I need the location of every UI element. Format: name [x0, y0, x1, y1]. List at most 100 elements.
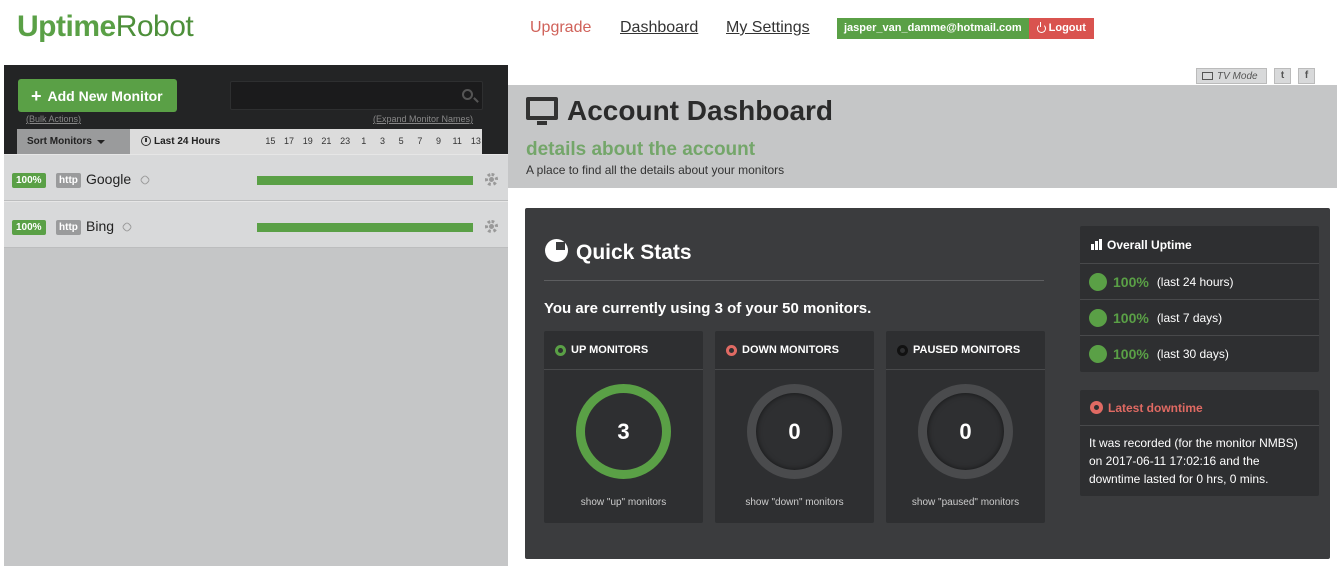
- nav-dashboard-link[interactable]: Dashboard: [620, 19, 698, 37]
- uptime-period: (last 7 days): [1156, 310, 1223, 325]
- logo-part-2: Robot: [115, 10, 194, 43]
- overall-uptime-header: Overall Uptime: [1080, 226, 1319, 264]
- divider: [544, 280, 1044, 281]
- facebook-icon[interactable]: f: [1298, 68, 1315, 84]
- gear-icon[interactable]: [485, 220, 498, 233]
- page-description: A place to find all the details about yo…: [526, 163, 785, 177]
- clock-icon: [141, 136, 151, 146]
- badge-icon: [1088, 344, 1108, 364]
- uptime-row-7d: 100% (last 7 days): [1080, 300, 1319, 336]
- logout-label: Logout: [1048, 22, 1086, 34]
- hour-tick: 15: [265, 136, 276, 146]
- uptimerobot-logo[interactable]: UptimeRobot: [17, 10, 194, 44]
- overall-uptime-title: Overall Uptime: [1107, 237, 1192, 252]
- gear-icon[interactable]: [485, 173, 498, 186]
- hour-tick: 11: [452, 136, 462, 146]
- main-content: TV Mode t f Account Dashboard details ab…: [508, 65, 1337, 566]
- up-count-ring: 3: [576, 384, 671, 479]
- bar-chart-icon: [1091, 239, 1102, 250]
- add-monitor-label: Add New Monitor: [47, 87, 163, 104]
- hour-tick: 19: [302, 136, 313, 146]
- paused-monitors-card: PAUSED MONITORS 0 show "paused" monitors: [886, 331, 1045, 523]
- up-status-icon: [555, 344, 566, 356]
- card-header: UP MONITORS: [544, 331, 703, 370]
- quick-stats-title: Quick Stats: [576, 241, 692, 264]
- caret-down-icon: [97, 139, 105, 144]
- twitter-icon[interactable]: t: [1274, 68, 1291, 84]
- top-header: UptimeRobot Upgrade Dashboard My Setting…: [0, 0, 1337, 65]
- pie-chart-icon: [545, 239, 568, 262]
- hour-tick: 7: [417, 136, 423, 146]
- sidebar-toolbar: + Add New Monitor (Bulk Actions) (Expand…: [4, 65, 508, 154]
- search-icon[interactable]: [462, 89, 473, 100]
- hour-tick: 5: [398, 136, 404, 146]
- logout-button[interactable]: Logout: [1028, 18, 1094, 39]
- badge-icon: [1088, 308, 1108, 327]
- page-header: Account Dashboard details about the acco…: [508, 85, 1337, 188]
- tv-mode-label: TV Mode: [1217, 70, 1258, 82]
- overall-uptime-box: Overall Uptime 100% (last 24 hours) 100%…: [1080, 226, 1319, 372]
- uptime-value: 100%: [1113, 273, 1149, 290]
- hour-tick: 17: [284, 136, 295, 146]
- monitor-usage-text: You are currently using 3 of your 50 mon…: [544, 300, 872, 317]
- time-range-selector[interactable]: Last 24 Hours: [154, 136, 220, 147]
- monitor-name[interactable]: Google: [86, 171, 131, 187]
- link-icon[interactable]: [139, 174, 151, 186]
- monitor-sidebar: + Add New Monitor (Bulk Actions) (Expand…: [4, 65, 508, 566]
- monitor-search-input[interactable]: [230, 81, 483, 110]
- latest-downtime-text: It was recorded (for the monitor NMBS) o…: [1089, 436, 1298, 486]
- account-email-badge[interactable]: jasper_van_damme@hotmail.com: [837, 18, 1029, 39]
- show-paused-monitors-link[interactable]: show "paused" monitors: [886, 497, 1045, 508]
- hour-ticks: 15 17 19 21 23 1 3 5 7 9 11 13: [261, 136, 485, 146]
- tv-mode-button[interactable]: TV Mode: [1196, 68, 1267, 84]
- link-icon[interactable]: [121, 221, 133, 233]
- uptime-period: (last 24 hours): [1156, 274, 1234, 289]
- uptime-timeline-bar: [257, 223, 473, 232]
- sort-monitors-dropdown[interactable]: Sort Monitors: [17, 129, 130, 154]
- down-count-ring: 0: [747, 384, 842, 479]
- monitor-row-google[interactable]: 100% http Google: [4, 154, 508, 201]
- uptime-period: (last 30 days): [1156, 347, 1229, 361]
- page-subtitle: details about the account: [526, 139, 756, 160]
- paused-status-icon: [897, 344, 908, 356]
- latest-downtime-title: Latest downtime: [1108, 400, 1203, 415]
- badge-icon: [1088, 272, 1108, 291]
- show-up-monitors-link[interactable]: show "up" monitors: [544, 497, 703, 508]
- hour-tick: 23: [340, 136, 351, 146]
- alert-icon: [1090, 401, 1103, 414]
- nav-upgrade-link[interactable]: Upgrade: [530, 19, 591, 37]
- monitor-name[interactable]: Bing: [86, 218, 114, 234]
- hour-tick: 9: [436, 136, 442, 146]
- uptime-timeline-bar: [257, 176, 473, 185]
- show-down-monitors-link[interactable]: show "down" monitors: [715, 497, 874, 508]
- monitor-row-bing[interactable]: 100% http Bing: [4, 201, 508, 248]
- uptime-badge: 100%: [12, 220, 46, 235]
- account-controls: jasper_van_damme@hotmail.com Logout: [837, 18, 1094, 39]
- card-label: DOWN MONITORS: [742, 344, 839, 356]
- nav-settings-link[interactable]: My Settings: [726, 19, 810, 37]
- monitor-type-badge: http: [56, 173, 81, 188]
- add-new-monitor-button[interactable]: + Add New Monitor: [18, 79, 177, 112]
- bulk-actions-link[interactable]: (Bulk Actions): [26, 114, 81, 124]
- plus-icon: +: [31, 85, 42, 106]
- uptime-value: 100%: [1113, 309, 1149, 326]
- uptime-row-24h: 100% (last 24 hours): [1080, 264, 1319, 300]
- timeline-header: Last 24 Hours 15 17 19 21 23 1 3 5 7 9 1…: [130, 129, 482, 154]
- uptime-row-30d: 100% (last 30 days): [1080, 336, 1319, 372]
- sort-label: Sort Monitors: [27, 136, 92, 147]
- hour-tick: 21: [321, 136, 332, 146]
- power-icon: [1036, 22, 1046, 33]
- monitor-icon: [526, 97, 558, 125]
- hour-tick: 1: [361, 136, 367, 146]
- logo-part-1: Uptime: [17, 10, 116, 43]
- view-toolbar: TV Mode t f: [508, 65, 1337, 85]
- latest-downtime-box: Latest downtime It was recorded (for the…: [1080, 390, 1319, 496]
- down-monitors-card: DOWN MONITORS 0 show "down" monitors: [715, 331, 874, 523]
- card-label: UP MONITORS: [571, 344, 649, 356]
- latest-downtime-header: Latest downtime: [1080, 390, 1319, 426]
- expand-monitor-names-link[interactable]: (Expand Monitor Names): [373, 114, 473, 124]
- uptime-value: 100%: [1113, 346, 1149, 362]
- card-label: PAUSED MONITORS: [913, 344, 1021, 356]
- hour-tick: 13: [470, 136, 481, 146]
- hour-tick: 3: [379, 136, 385, 146]
